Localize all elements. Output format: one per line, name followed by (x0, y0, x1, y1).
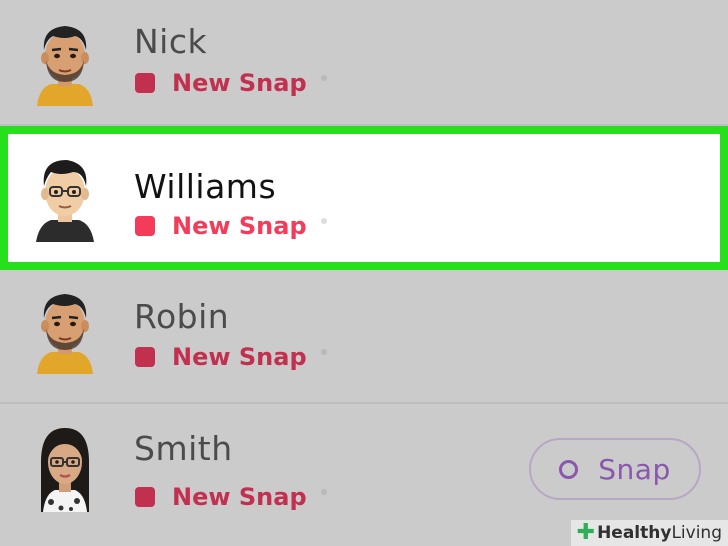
bitmoji-woman-glasses-icon[interactable] (31, 422, 99, 512)
bitmoji-man-beard-icon[interactable] (31, 16, 99, 106)
snap-status: New Snap (135, 484, 327, 510)
contact-name: Williams (134, 167, 277, 206)
bitmoji-man-beard-icon[interactable] (31, 284, 99, 374)
watermark-brand-bold: Healthy (597, 523, 672, 543)
watermark: ✚ Healthy Living (570, 520, 728, 546)
chat-row-nick[interactable]: Nick New Snap (0, 0, 728, 124)
contact-name: Smith (134, 429, 233, 468)
new-snap-square-icon (135, 347, 155, 367)
watermark-brand-light: Living (671, 523, 722, 543)
snap-status: New Snap (135, 344, 327, 370)
chat-row-robin[interactable]: Robin New Snap (0, 270, 728, 400)
camera-ring-icon (559, 459, 579, 479)
separator-dot-icon (320, 75, 327, 81)
new-snap-square-icon (135, 73, 155, 93)
snap-status-label: New Snap (172, 343, 307, 371)
contact-name: Nick (134, 22, 208, 61)
bitmoji-man-glasses-icon[interactable] (31, 152, 99, 242)
snap-status-label: New Snap (172, 212, 307, 240)
snap-status-label: New Snap (172, 483, 307, 511)
snap-status: New Snap (135, 213, 327, 239)
plus-cross-icon: ✚ (576, 520, 596, 545)
chat-row-williams[interactable]: Williams New Snap (0, 126, 728, 270)
contact-name: Robin (134, 297, 230, 336)
separator-dot-icon (320, 489, 327, 495)
separator-dot-icon (320, 349, 327, 355)
new-snap-square-icon (135, 487, 155, 507)
snap-reply-button[interactable]: Snap (529, 438, 701, 500)
separator-dot-icon (320, 218, 327, 224)
snap-button-label: Snap (598, 452, 671, 486)
new-snap-square-icon (135, 216, 155, 236)
snap-status: New Snap (135, 70, 327, 96)
snap-status-label: New Snap (172, 69, 307, 97)
